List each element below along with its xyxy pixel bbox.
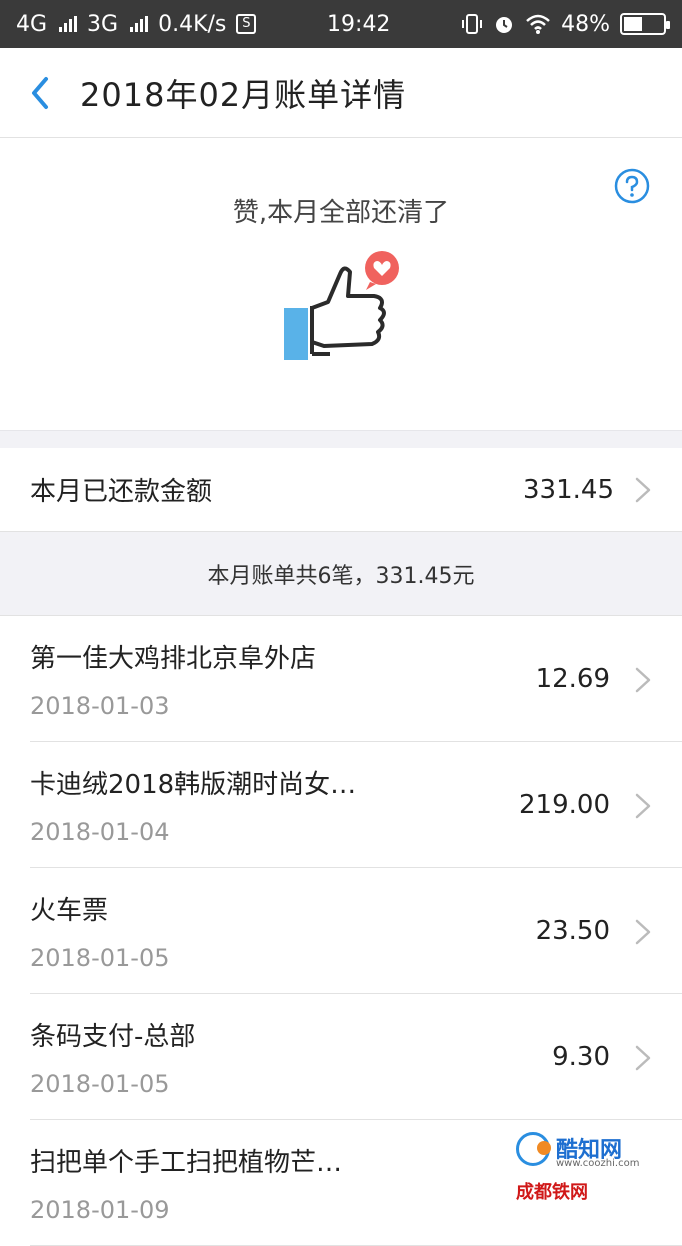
paid-amount-label: 本月已还款金额 xyxy=(30,471,523,508)
watermark-url: www.coozhi.com xyxy=(556,1158,639,1169)
watermark-subtitle: 成都铁网 xyxy=(516,1178,588,1204)
bill-item[interactable]: 火车票 2018-01-05 23.50 xyxy=(0,868,682,994)
bill-name: 卡迪绒2018韩版潮时尚女… xyxy=(30,764,356,801)
battery-percent: 48% xyxy=(561,12,610,37)
wifi-icon xyxy=(525,13,551,35)
network-2-label: 3G xyxy=(87,12,118,37)
chevron-left-icon xyxy=(28,75,52,111)
bill-name: 第一佳大鸡排北京阜外店 xyxy=(30,638,316,675)
bill-summary: 本月账单共6笔，331.45元 xyxy=(0,532,682,616)
section-divider xyxy=(0,430,682,448)
chevron-right-icon xyxy=(634,918,652,946)
speed-label: 0.4K/s xyxy=(158,12,226,37)
bill-name: 条码支付-总部 xyxy=(30,1016,195,1053)
battery-icon xyxy=(620,13,666,35)
thumbs-up-illustration xyxy=(278,246,408,366)
bill-date: 2018-01-05 xyxy=(30,944,169,972)
bill-item[interactable]: 卡迪绒2018韩版潮时尚女… 2018-01-04 219.00 xyxy=(0,742,682,868)
watermark-logo-icon xyxy=(516,1132,550,1166)
bill-name: 扫把单个手工扫把植物芒… xyxy=(30,1142,342,1179)
alarm-icon xyxy=(493,13,515,35)
status-right: 48% xyxy=(461,12,666,37)
paid-amount-row[interactable]: 本月已还款金额 331.45 xyxy=(0,448,682,532)
status-bar: 4G 3G 0.4K/s S 19:42 48% xyxy=(0,0,682,48)
bill-amount: 23.50 xyxy=(536,916,610,946)
bill-date: 2018-01-03 xyxy=(30,692,169,720)
bill-name: 火车票 xyxy=(30,890,108,927)
chevron-right-icon xyxy=(634,666,652,694)
chevron-right-icon xyxy=(634,792,652,820)
hero-message: 赞,本月全部还清了 xyxy=(0,192,682,229)
vibrate-icon xyxy=(461,13,483,35)
nav-bar: 2018年02月账单详情 xyxy=(0,48,682,138)
bill-amount: 12.69 xyxy=(536,664,610,694)
back-button[interactable] xyxy=(0,48,80,138)
signal-icon xyxy=(130,16,148,32)
status-left: 4G 3G 0.4K/s S xyxy=(16,12,256,37)
chevron-right-icon xyxy=(634,476,652,504)
paid-amount-value: 331.45 xyxy=(523,475,614,505)
s-badge-icon: S xyxy=(236,14,256,34)
bill-amount: 219.00 xyxy=(519,790,610,820)
bill-item[interactable]: 第一佳大鸡排北京阜外店 2018-01-03 12.69 xyxy=(0,616,682,742)
network-1-label: 4G xyxy=(16,12,47,37)
signal-icon xyxy=(59,16,77,32)
page-title: 2018年02月账单详情 xyxy=(80,70,406,116)
bill-date: 2018-01-09 xyxy=(30,1196,169,1224)
hero-section: 赞,本月全部还清了 xyxy=(0,138,682,430)
status-time: 19:42 xyxy=(327,12,390,37)
bill-date: 2018-01-05 xyxy=(30,1070,169,1098)
bill-amount: 9.30 xyxy=(552,1042,610,1072)
bill-item[interactable]: 条码支付-总部 2018-01-05 9.30 xyxy=(0,994,682,1120)
bill-date: 2018-01-04 xyxy=(30,818,169,846)
watermark: 酷知网 www.coozhi.com 成都铁网 xyxy=(508,1124,668,1204)
chevron-right-icon xyxy=(634,1044,652,1072)
